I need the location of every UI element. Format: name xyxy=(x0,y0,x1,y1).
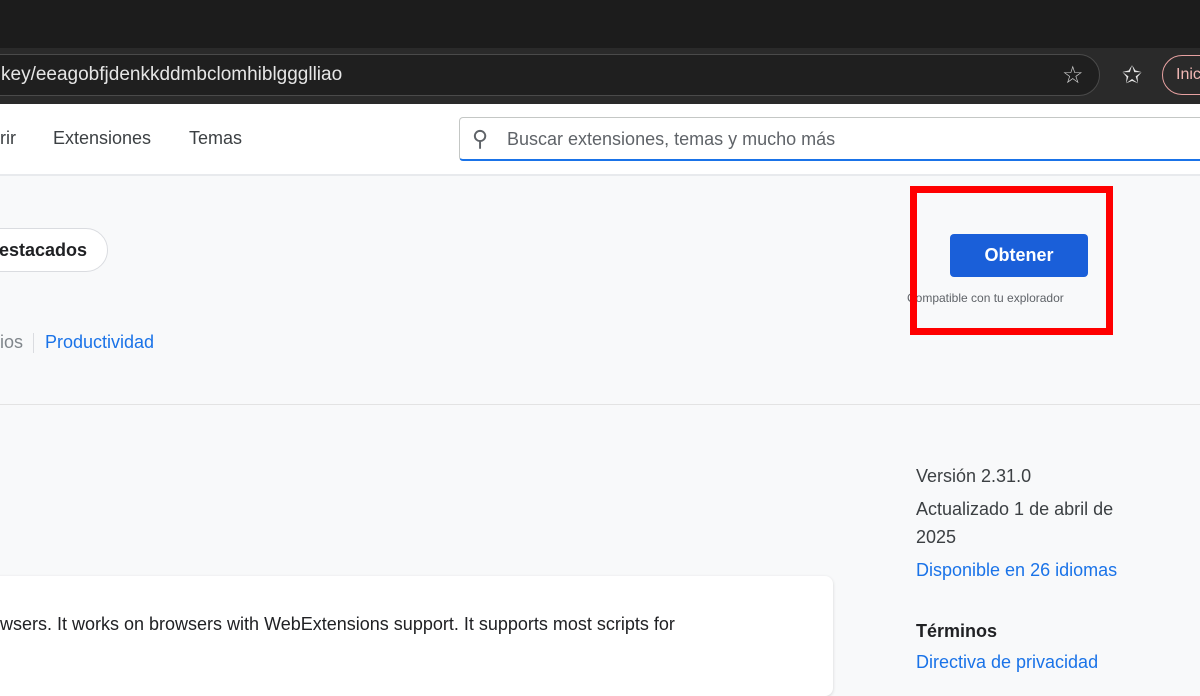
nav-item-discover[interactable]: rir xyxy=(0,128,16,149)
category-link[interactable]: ios xyxy=(0,332,23,353)
updated-text: Actualizado 1 de abril de xyxy=(916,499,1114,519)
search-placeholder: Buscar extensiones, temas y mucho más xyxy=(507,129,836,149)
featured-badge[interactable]: estacados xyxy=(0,228,108,272)
divider xyxy=(0,404,1200,405)
bookmark-star-icon[interactable]: ☆ xyxy=(1062,61,1084,90)
search-input[interactable]: ⚲ Buscar extensiones, temas y mucho más xyxy=(459,117,1200,161)
description-card xyxy=(0,576,833,696)
category-productivity-link[interactable]: Productividad xyxy=(45,332,154,353)
description-text: wsers. It works on browsers with WebExte… xyxy=(0,614,675,634)
updated-year-text: 2025 xyxy=(916,527,957,547)
signin-button[interactable]: Inic xyxy=(1162,55,1200,95)
terms-heading: Términos xyxy=(916,621,998,641)
privacy-link[interactable]: Directiva de privacidad xyxy=(916,648,1098,676)
nav-item-extensions[interactable]: Extensiones xyxy=(53,128,151,149)
languages-link[interactable]: Disponible en 26 idiomas xyxy=(916,556,1117,584)
address-bar[interactable]: key/eeagobfjdenkkddmbclomhiblggglliao xyxy=(0,54,1100,96)
search-icon: ⚲ xyxy=(472,126,489,151)
highlight-box xyxy=(910,186,1113,335)
version-text: Versión 2.31.0 xyxy=(916,466,1032,486)
nav-item-themes[interactable]: Temas xyxy=(189,128,242,149)
favorites-icon[interactable]: ✩ xyxy=(1122,61,1142,90)
tab-bar xyxy=(0,0,1200,48)
divider xyxy=(33,333,34,353)
